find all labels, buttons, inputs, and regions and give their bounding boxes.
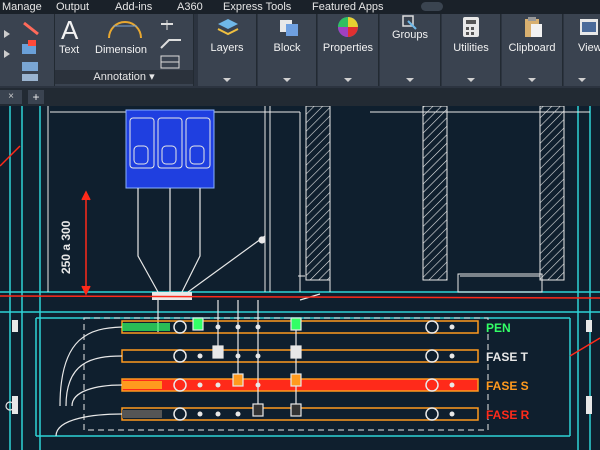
utilities-dropdown-icon[interactable] [467,78,475,82]
layers-panel[interactable]: Layers [198,14,257,86]
menu-express-tools[interactable]: Express Tools [223,0,291,14]
view-label: View [578,42,600,54]
view-icon [580,19,598,35]
menu-a360[interactable]: A360 [177,0,203,14]
groups-label: Groups [391,29,429,41]
modify-tools-panel [0,14,55,86]
drawing-canvas[interactable]: 250 a 300 PEN FASE T FASE S FASE R [0,106,600,450]
label-pen[interactable]: PEN [486,321,511,335]
label-fase-s[interactable]: FASE S [486,379,529,393]
file-tab[interactable]: × [0,90,22,104]
dimension-icon[interactable] [107,20,143,40]
menu-add-ins[interactable]: Add-ins [115,0,152,14]
ribbon: A Text Dimension Annotation ▾ Layers Blo… [0,14,600,88]
text-icon[interactable]: A [61,16,78,44]
ribbon-toggle-button[interactable] [421,2,443,11]
block-panel[interactable]: Block [258,14,317,86]
dimension-text[interactable]: 250 a 300 [59,220,73,274]
layers-label: Layers [210,42,244,54]
clipboard-label: Clipboard [508,42,556,54]
block-dropdown-icon[interactable] [283,78,291,82]
block-icon [280,20,298,36]
clipboard-panel[interactable]: Clipboard [502,14,563,86]
breaker-block[interactable] [125,109,215,189]
view-dropdown-icon[interactable] [578,78,586,82]
utilities-panel[interactable]: Utilities [442,14,501,86]
menu-featured-apps[interactable]: Featured Apps [312,0,384,14]
utilities-label: Utilities [453,42,489,54]
menu-manage[interactable]: Manage [2,0,42,14]
properties-label: Properties [322,42,374,54]
groups-dropdown-icon[interactable] [406,78,414,82]
block-label: Block [273,42,301,54]
label-fase-r[interactable]: FASE R [486,408,530,422]
layers-icon [217,19,239,36]
view-panel[interactable]: View [564,14,600,86]
calculator-icon [463,17,479,37]
layers-dropdown-icon[interactable] [223,78,231,82]
menu-output[interactable]: Output [56,0,89,14]
label-fase-t[interactable]: FASE T [486,350,529,364]
clipboard-icon [525,17,542,37]
properties-panel[interactable]: Properties [318,14,379,86]
new-tab-button[interactable]: + [28,90,44,104]
text-button[interactable]: Text [59,44,79,56]
menu-bar: Manage Output Add-ins A360 Express Tools… [0,0,600,14]
properties-dropdown-icon[interactable] [344,78,352,82]
dimension-button[interactable]: Dimension [95,44,147,56]
modify-tools-icons[interactable] [4,20,50,84]
file-tab-bar: × + [0,88,600,106]
groups-panel[interactable]: Groups [380,14,441,86]
clipboard-dropdown-icon[interactable] [528,78,536,82]
annotation-panel: A Text Dimension Annotation ▾ [55,14,194,86]
color-wheel-icon [338,17,358,37]
annotation-panel-title[interactable]: Annotation [93,71,146,83]
leader-table-icons[interactable] [159,18,189,70]
